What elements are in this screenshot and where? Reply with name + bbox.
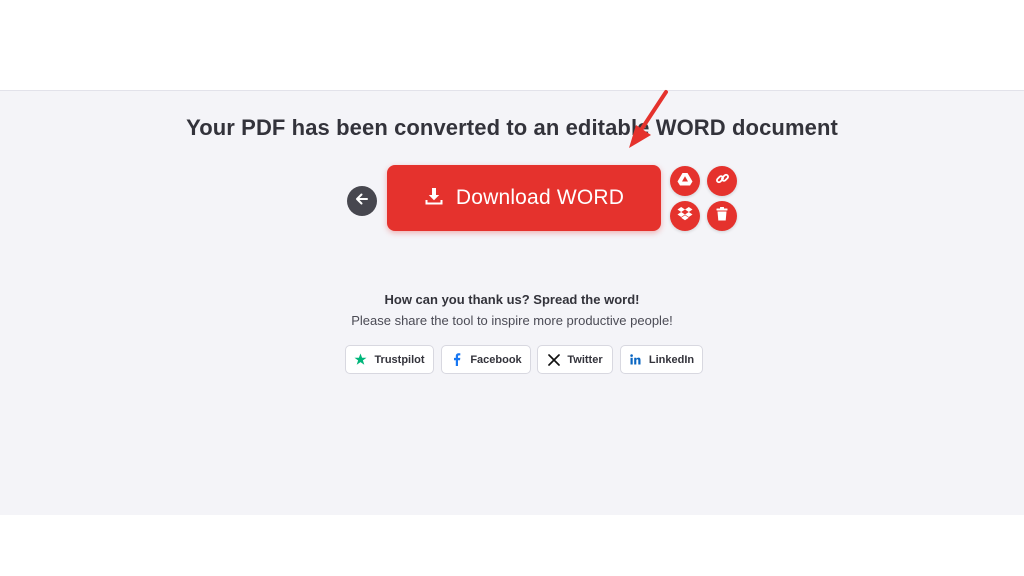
download-word-button[interactable]: Download WORD xyxy=(387,165,661,231)
facebook-icon xyxy=(450,353,463,366)
dropbox-button[interactable] xyxy=(670,201,700,231)
google-drive-button[interactable] xyxy=(670,166,700,196)
download-label: Download WORD xyxy=(455,186,625,209)
share-label: LinkedIn xyxy=(648,353,695,366)
delete-button[interactable] xyxy=(707,201,737,231)
copy-link-button[interactable] xyxy=(707,166,737,196)
x-icon xyxy=(547,353,560,366)
share-linkedin-button[interactable]: LinkedIn xyxy=(620,345,703,374)
share-heading: How can you thank us? Spread the word! xyxy=(384,292,640,307)
share-trustpilot-button[interactable]: Trustpilot xyxy=(345,345,434,374)
page-title: Your PDF has been converted to an editab… xyxy=(186,115,838,140)
share-subheading: Please share the tool to inspire more pr… xyxy=(351,313,673,328)
arrow-left-icon xyxy=(355,192,369,211)
page: Your PDF has been converted to an editab… xyxy=(0,0,1024,576)
share-label: Trustpilot xyxy=(374,353,425,366)
dropbox-icon xyxy=(677,206,693,226)
linkedin-icon xyxy=(629,353,642,366)
share-twitter-button[interactable]: Twitter xyxy=(537,345,613,374)
link-icon xyxy=(715,171,730,191)
star-icon xyxy=(354,353,367,366)
back-button[interactable] xyxy=(347,186,377,216)
trash-icon xyxy=(716,206,728,226)
share-facebook-button[interactable]: Facebook xyxy=(441,345,531,374)
share-label: Twitter xyxy=(567,353,603,366)
download-icon xyxy=(424,186,444,211)
share-label: Facebook xyxy=(470,353,522,366)
google-drive-icon xyxy=(677,172,693,191)
